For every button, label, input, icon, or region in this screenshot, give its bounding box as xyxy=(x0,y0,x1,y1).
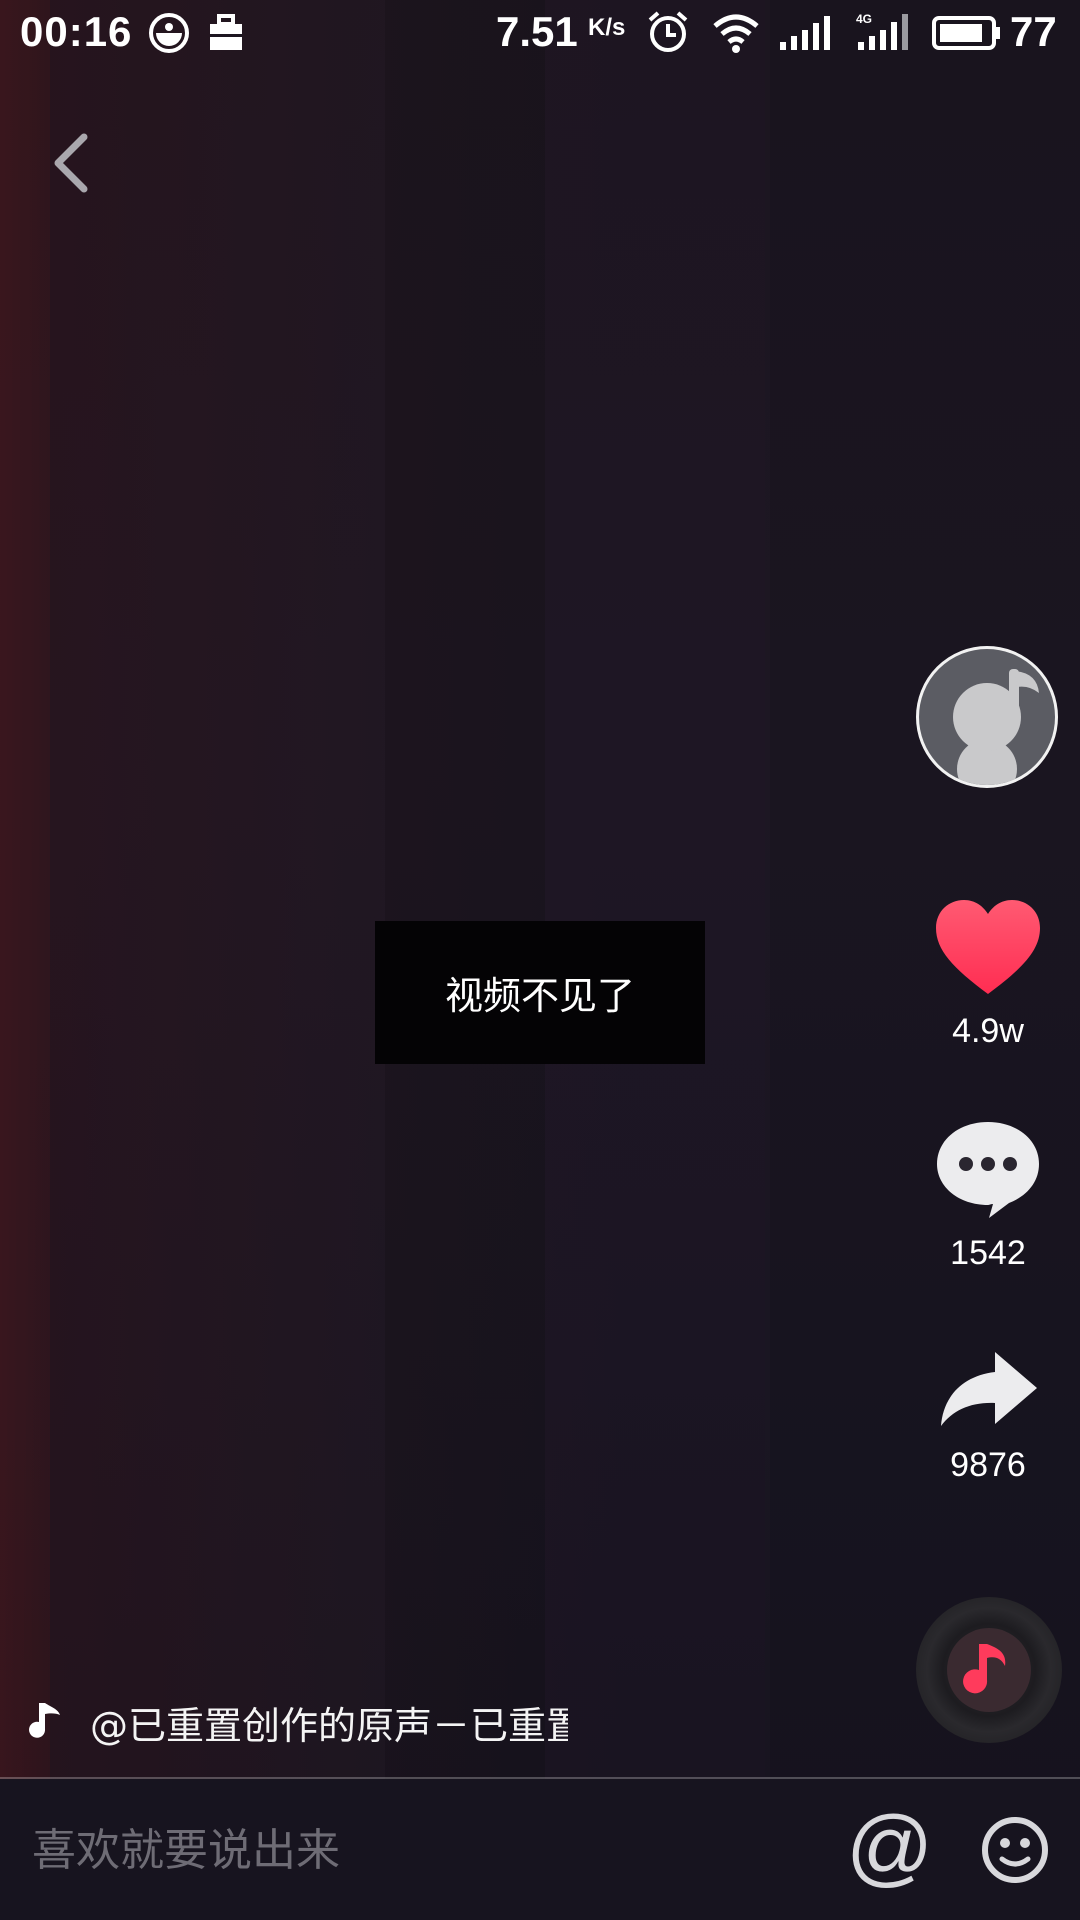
status-time: 00:16 xyxy=(20,8,133,55)
comment-count: 1542 xyxy=(950,1234,1026,1272)
like-count: 4.9w xyxy=(952,1012,1024,1050)
comment-bar: @ xyxy=(0,1779,1080,1920)
emoji-button[interactable] xyxy=(980,1815,1050,1885)
comment-input[interactable] xyxy=(30,1819,814,1881)
background-stripe xyxy=(0,0,50,1920)
music-note-icon xyxy=(963,1644,1006,1694)
smiley-icon xyxy=(982,1817,1048,1883)
net-speed-value: 7.51 xyxy=(496,8,578,55)
svg-text:4G: 4G xyxy=(856,12,872,26)
author-avatar[interactable] xyxy=(916,646,1058,788)
net-speed-unit: K/s xyxy=(588,14,626,41)
video-screen[interactable]: 00:16 7.51 K/s 4G 77 视频不见了 4.9w 1542 987… xyxy=(0,0,1080,1920)
share-button[interactable]: 9876 xyxy=(918,1348,1058,1485)
music-disc[interactable] xyxy=(916,1597,1062,1743)
signal-4g-icon: 4G xyxy=(856,12,914,57)
music-disc-center xyxy=(947,1628,1031,1712)
mention-button[interactable]: @ xyxy=(846,1804,933,1890)
status-bar: 00:16 7.51 K/s 4G 77 xyxy=(0,0,1080,66)
comment-button[interactable]: 1542 xyxy=(918,1118,1058,1273)
battery-level: 77 xyxy=(1010,8,1057,55)
alarm-icon xyxy=(646,10,690,59)
briefcase-icon xyxy=(208,14,244,57)
battery-icon xyxy=(932,16,1002,55)
chevron-left-icon xyxy=(54,133,88,192)
share-arrow-icon xyxy=(941,1352,1037,1426)
comment-bubble-icon xyxy=(937,1122,1039,1218)
back-button[interactable] xyxy=(40,125,100,200)
video-unavailable-toast: 视频不见了 xyxy=(375,921,705,1064)
music-title: @已重置创作的原声－已重置 xyxy=(90,1703,568,1748)
share-count: 9876 xyxy=(950,1446,1026,1484)
app-notification-icon xyxy=(148,12,190,59)
music-caption[interactable]: @已重置创作的原声－已重置 xyxy=(28,1694,588,1750)
default-avatar-icon xyxy=(953,669,1039,785)
music-note-icon xyxy=(29,1703,60,1738)
toast-text: 视频不见了 xyxy=(444,974,635,1018)
signal-icon xyxy=(778,14,834,57)
wifi-icon xyxy=(712,12,760,59)
like-button[interactable]: 4.9w xyxy=(918,898,1058,1051)
heart-icon xyxy=(936,900,1040,994)
